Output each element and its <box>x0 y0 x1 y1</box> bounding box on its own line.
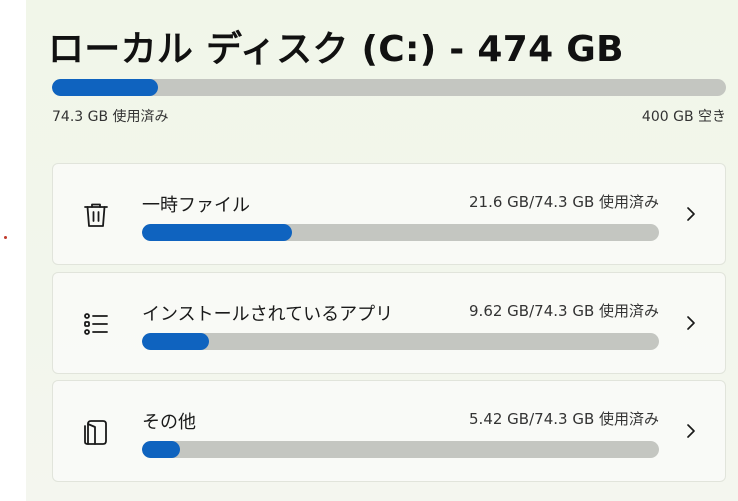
category-usage-bar <box>142 333 659 350</box>
category-usage-bar <box>142 441 659 458</box>
disk-usage-fill <box>52 79 158 96</box>
category-label: インストールされているアプリ <box>142 304 394 325</box>
folder-icon <box>84 420 107 445</box>
category-card-installed-apps[interactable]: インストールされているアプリ 9.62 GB/74.3 GB 使用済み <box>52 272 726 374</box>
chevron-right-icon <box>687 424 695 438</box>
category-label: 一時ファイル <box>142 195 250 216</box>
category-card-temp-files[interactable]: 一時ファイル 21.6 GB/74.3 GB 使用済み <box>52 163 726 265</box>
category-usage-fill <box>142 333 209 350</box>
category-usage: 9.62 GB/74.3 GB 使用済み <box>469 302 659 320</box>
category-usage-bar <box>142 224 659 241</box>
marker-dot <box>4 236 7 239</box>
category-label: その他 <box>142 412 196 433</box>
category-usage-fill <box>142 224 293 241</box>
chevron-right-icon <box>687 207 695 221</box>
category-card-other[interactable]: その他 5.42 GB/74.3 GB 使用済み <box>52 380 726 482</box>
list-icon <box>84 313 108 335</box>
category-usage: 5.42 GB/74.3 GB 使用済み <box>469 410 659 428</box>
chevron-right-icon <box>687 316 695 330</box>
disk-usage-bar <box>52 79 726 96</box>
page-title: ローカル ディスク (C:) - 474 GB <box>48 29 624 70</box>
category-usage-fill <box>142 441 180 458</box>
used-space-label: 74.3 GB 使用済み <box>52 109 169 125</box>
category-usage: 21.6 GB/74.3 GB 使用済み <box>469 193 659 211</box>
trash-icon <box>84 203 108 227</box>
free-space-label: 400 GB 空き <box>641 109 726 125</box>
